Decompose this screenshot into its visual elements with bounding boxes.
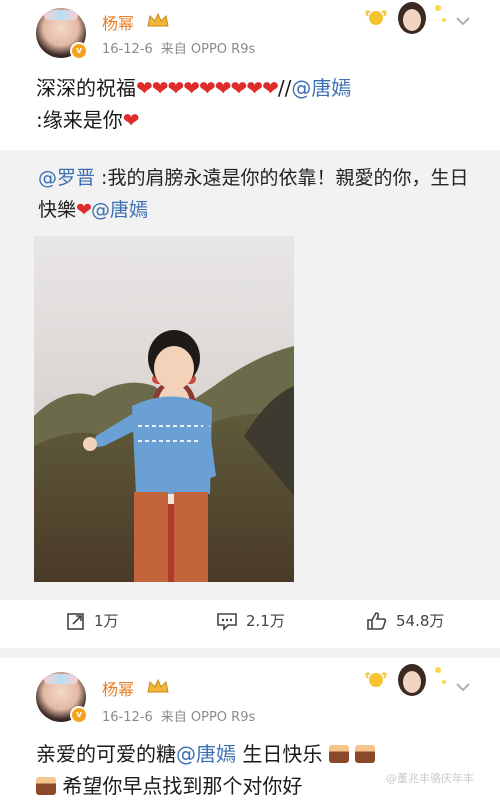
watermark: @董兆丰骆庆年丰 (386, 772, 474, 785)
card-decoration-icon (365, 664, 446, 696)
post-content-line1: 亲爱的可爱的糖@唐嫣 生日快乐 (36, 738, 476, 770)
comment-icon (217, 612, 237, 631)
thumbs-up-icon (367, 611, 387, 630)
post-text: 亲爱的可爱的糖 (36, 742, 176, 766)
post-meta: 16-12-6 来自 OPPO R9s (102, 706, 255, 725)
post-timestamp: 16-12-6 (102, 710, 153, 725)
crown-icon (147, 12, 169, 27)
post-meta: 16-12-6 来自 OPPO R9s (102, 38, 255, 57)
repost-separator: // (277, 76, 292, 100)
post-content-line2: :缘来是你❤ (36, 104, 476, 136)
heart-emoji: ❤ (122, 108, 140, 132)
avatar-decoration (44, 10, 78, 20)
post-text: :缘来是你 (36, 108, 123, 132)
post-content: 深深的祝福❤❤❤❤❤❤❤❤❤//@唐嫣 :缘来是你❤ (36, 72, 476, 136)
like-button[interactable]: 54.8万 (366, 610, 444, 631)
mention-link[interactable]: @唐嫣 (291, 76, 351, 100)
mention-link[interactable]: @唐嫣 (176, 742, 236, 766)
hearts-text: ❤❤❤❤❤❤❤❤❤ (136, 76, 279, 100)
card-decoration-icon (365, 2, 446, 34)
weibo-post: v 杨幂 16-12-6 来自 OPPO R9s 亲爱的可爱的糖@唐嫣 生日快乐 … (0, 658, 500, 798)
username[interactable]: 杨幂 (102, 10, 134, 34)
repost-text: @罗晋 :我的肩膀永遠是你的依靠！親愛的你，生日快樂❤@唐嫣 (38, 162, 478, 226)
repost-icon (67, 612, 84, 630)
comment-button[interactable]: 2.1万 (216, 610, 285, 631)
repost-photo[interactable] (34, 236, 294, 582)
crown-icon (147, 678, 169, 693)
avatar-decoration (44, 674, 78, 684)
weibo-post: v 杨幂 16-12-6 来自 OPPO R9s 深深的祝福❤❤❤❤❤❤❤❤❤//… (0, 0, 500, 648)
cake-emoji-icon (355, 745, 376, 763)
mention-link[interactable]: @唐嫣 (91, 199, 148, 221)
comment-count: 2.1万 (246, 612, 285, 630)
repost-button[interactable]: 1万 (66, 610, 119, 631)
post-source: 来自 OPPO R9s (160, 710, 256, 725)
post-source: 来自 OPPO R9s (160, 42, 256, 57)
post-text: 深深的祝福 (36, 76, 136, 100)
cake-emoji-icon (328, 745, 349, 763)
post-text: 希望你早点找到那个对你好 (62, 774, 303, 798)
post-text: 生日快乐 (236, 742, 323, 766)
repost-card[interactable]: @罗晋 :我的肩膀永遠是你的依靠！親愛的你，生日快樂❤@唐嫣 (0, 150, 500, 600)
chevron-down-icon[interactable] (452, 676, 474, 698)
heart-emoji: ❤ (76, 199, 92, 221)
verified-badge-icon: v (70, 706, 88, 724)
repost-author-link[interactable]: @罗晋 (38, 167, 95, 189)
post-content-line1: 深深的祝福❤❤❤❤❤❤❤❤❤//@唐嫣 (36, 72, 476, 104)
repost-count: 1万 (94, 612, 119, 630)
chevron-down-icon[interactable] (452, 10, 474, 32)
verified-badge-icon: v (70, 42, 88, 60)
post-timestamp: 16-12-6 (102, 42, 153, 57)
post-divider (0, 648, 500, 658)
like-count: 54.8万 (396, 612, 445, 630)
cake-emoji-icon (36, 777, 56, 795)
username[interactable]: 杨幂 (102, 676, 134, 700)
